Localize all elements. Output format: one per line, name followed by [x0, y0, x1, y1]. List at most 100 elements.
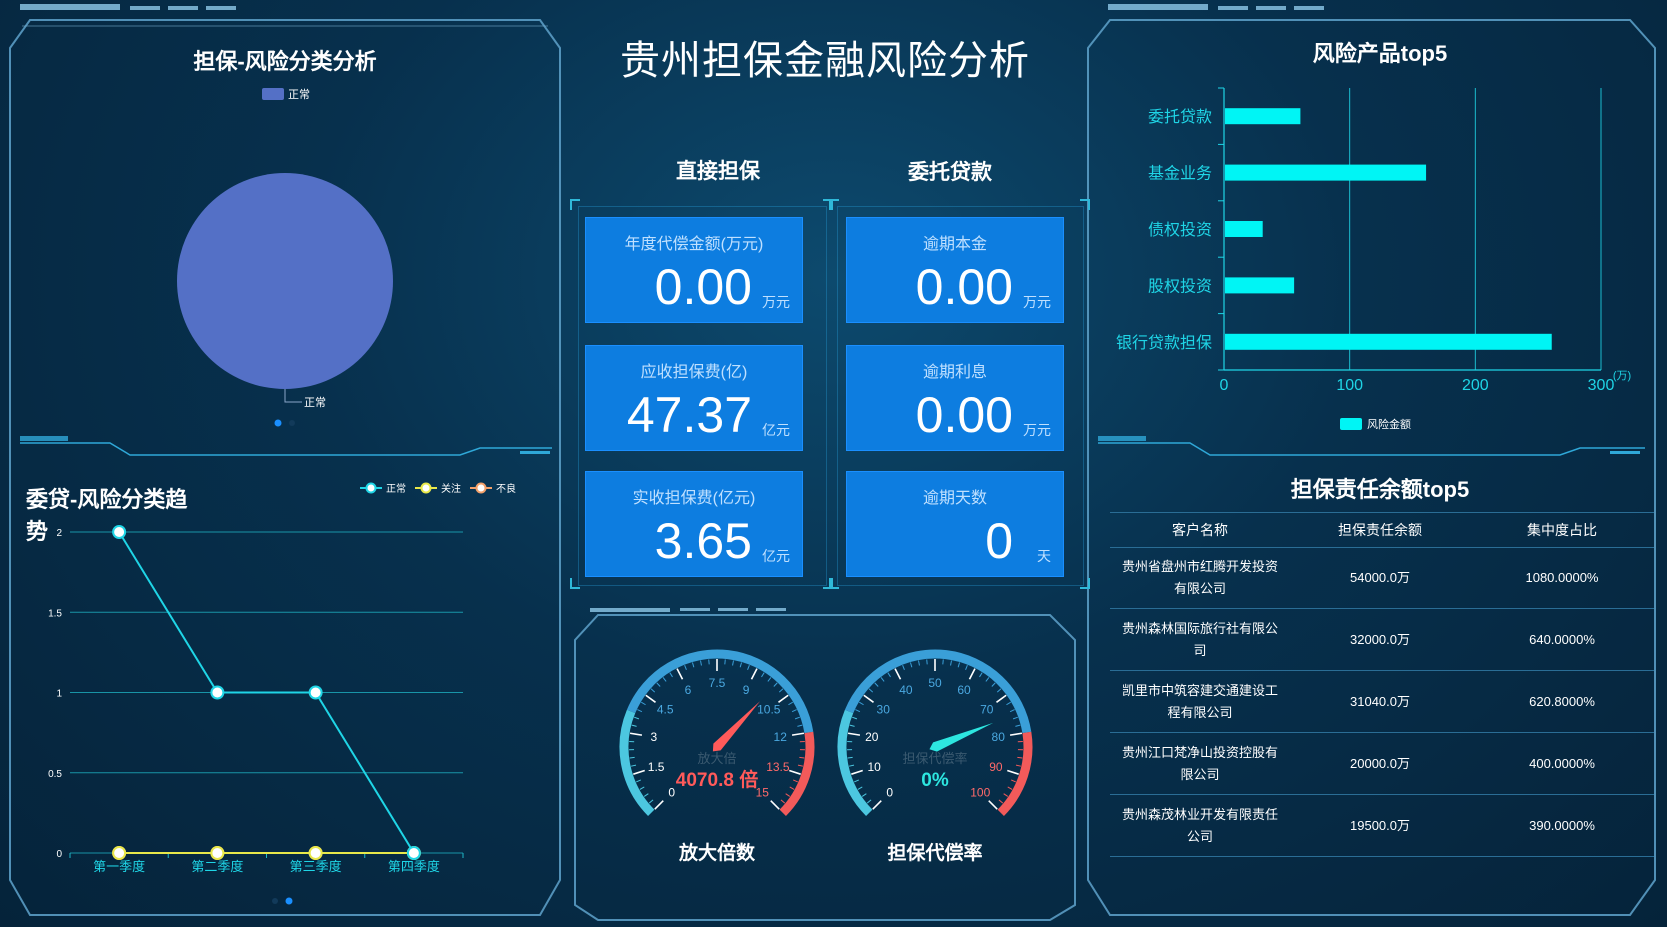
gauge-tick: [700, 660, 702, 666]
leverage-gauge: 01.534.56 7.5 910.51213.515放大倍4070.8 倍: [619, 649, 815, 816]
gauge-tick: [950, 660, 952, 666]
table-row[interactable]: 贵州森林国际旅行社有限公司 32000.0万 640.0000%: [1110, 609, 1654, 671]
gauge-tick: [996, 694, 1007, 703]
gauge-tick: [773, 682, 778, 687]
gauge-tick: [797, 724, 803, 727]
x-tick-label: 200: [1462, 377, 1489, 394]
legend-marker: [365, 482, 377, 494]
x-tick-label: 第四季度: [388, 859, 440, 874]
pager-dot-active[interactable]: [274, 419, 282, 427]
bar-legend-item[interactable]: 风险金额: [1340, 417, 1411, 431]
gauge-tick: [750, 668, 758, 680]
received-fee-card[interactable]: 实收担保费(亿元) 3.65 亿元: [586, 472, 802, 576]
overdue-principal-card[interactable]: 逾期本金 0.00 万元: [847, 218, 1063, 322]
data-point[interactable]: [210, 685, 225, 700]
card-label: 逾期本金: [922, 236, 987, 253]
legend-item-0[interactable]: 正常: [360, 482, 406, 495]
receivable-fee-card[interactable]: 应收担保费(亿) 47.37 亿元: [586, 346, 802, 450]
pie-legend-swatch: [262, 88, 284, 100]
pager-dot[interactable]: [289, 420, 295, 426]
cell-customer-name: 贵州森林国际旅行社有限公司: [1121, 620, 1278, 658]
table-row[interactable]: 凯里市中筑容建交通建设工程有限公司 31040.0万 620.8000%: [1110, 671, 1654, 733]
gauge-tick: [857, 786, 863, 790]
table-row[interactable]: 贵州江口梵净山投资控股有限公司 20000.0万 400.0000%: [1110, 733, 1654, 795]
gauge-value: 0%: [921, 770, 949, 791]
pager-dot[interactable]: [272, 898, 278, 904]
y-tick-label: 2: [56, 528, 62, 539]
overdue-interest-card[interactable]: 逾期利息 0.00 万元: [847, 346, 1063, 450]
gauge-tick: [854, 779, 860, 783]
bar[interactable]: [1225, 221, 1263, 237]
gauge-arc-segment: [837, 709, 873, 816]
gauge-tick: [998, 799, 1004, 804]
bar[interactable]: [1225, 333, 1552, 350]
legend-label: 关注: [441, 482, 461, 495]
cell-ratio: 390.0000%: [1529, 817, 1595, 833]
card-label: 年度代偿金额(万元): [624, 236, 764, 253]
gauge-tick: [788, 701, 793, 706]
annual-compensation-card[interactable]: 年度代偿金额(万元) 0.00 万元: [586, 218, 802, 322]
table-row[interactable]: 贵州省盘州市红腾开发投资有限公司 54000.0万 1080.0000%: [1110, 547, 1654, 609]
gauge-tick-label: 10: [867, 760, 881, 774]
gauge-tick: [636, 779, 642, 783]
gauge-tick: [789, 786, 795, 790]
gauge-tick: [991, 682, 996, 687]
cell-customer-name: 贵州省盘州市红腾开发投资有限公司: [1121, 558, 1278, 596]
legend-item-1[interactable]: 关注: [415, 482, 461, 495]
card-unit: 天: [1037, 548, 1051, 564]
gauge-tick: [1015, 724, 1021, 727]
gauge-tick: [791, 732, 805, 736]
gauge-tick-label: 13.5: [766, 760, 790, 774]
gauge-tick: [761, 672, 765, 678]
gauge-tick: [988, 800, 998, 810]
gauge-tick: [767, 677, 772, 682]
pager-dot-active[interactable]: [285, 897, 293, 905]
y-tick-label: 委托贷款: [1148, 108, 1212, 126]
data-point[interactable]: [112, 525, 127, 539]
y-tick-label: 股权投资: [1148, 277, 1212, 295]
gauge-tick-label: 10.5: [757, 702, 781, 716]
bar[interactable]: [1225, 108, 1301, 125]
legend-label: 不良: [496, 482, 516, 495]
gauge-tick: [1009, 709, 1015, 713]
cell-balance: 32000.0万: [1350, 631, 1410, 647]
gauge-tick: [1010, 779, 1016, 783]
column-header-ratio[interactable]: 集中度占比: [1470, 513, 1654, 547]
gauge-tick-label: 12: [774, 730, 788, 744]
gauge-tick: [957, 662, 961, 668]
gauge-tick: [1015, 764, 1021, 767]
gauge-tick: [780, 799, 786, 804]
card-value: 47.37: [626, 387, 752, 443]
data-point[interactable]: [308, 685, 323, 700]
gauge-pointer: [929, 722, 994, 752]
column-header-customer[interactable]: 客户名称: [1110, 513, 1290, 547]
data-point[interactable]: [308, 846, 323, 860]
overdue-days-card[interactable]: 逾期天数 0 天: [847, 472, 1063, 576]
data-point[interactable]: [112, 846, 127, 860]
data-point[interactable]: [210, 846, 225, 860]
gauge-tick: [792, 779, 798, 783]
card-unit: 万元: [1023, 422, 1051, 438]
data-point[interactable]: [406, 846, 421, 860]
pie-slice[interactable]: [177, 173, 393, 389]
legend-marker: [420, 482, 432, 494]
table-row[interactable]: 贵州森茂林业开发有限责任公司 19500.0万 390.0000%: [1110, 795, 1654, 857]
pie-label-line: [284, 389, 302, 403]
cell-balance: 20000.0万: [1350, 755, 1410, 771]
pie-legend-label: 正常: [288, 88, 310, 101]
legend-item-2[interactable]: 不良: [470, 482, 516, 495]
pie-legend[interactable]: 正常: [262, 88, 310, 101]
bar[interactable]: [1225, 277, 1295, 294]
gauge-tick-label: 40: [899, 683, 913, 697]
gauge-tick: [1007, 786, 1013, 790]
bar[interactable]: [1225, 164, 1427, 181]
gauge-tick: [789, 769, 801, 775]
gauge-tick: [855, 709, 861, 713]
gauge-tick: [894, 668, 902, 680]
gauge-tick: [631, 724, 637, 727]
gauge-tick: [641, 701, 646, 706]
cell-balance: 19500.0万: [1350, 817, 1410, 833]
y-tick-label: 0.5: [48, 769, 62, 780]
column-header-balance[interactable]: 担保责任余额: [1290, 513, 1470, 547]
gauge-tick: [778, 688, 784, 693]
